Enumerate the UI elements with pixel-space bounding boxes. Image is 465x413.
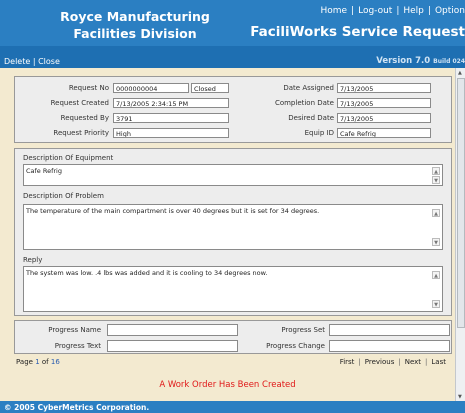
progress-name-label: Progress Name (48, 326, 101, 334)
scroll-up-icon[interactable]: ▲ (432, 209, 440, 217)
completion-date-label: Completion Date (274, 99, 334, 107)
copyright-text: © 2005 CyberMetrics Corporation. (4, 403, 150, 412)
nav-option-link[interactable]: Option (435, 6, 465, 16)
request-no-label: Request No (68, 84, 109, 92)
scroll-up-icon[interactable]: ▲ (458, 70, 462, 76)
reply-text: The system was low. .4 lbs was added and… (26, 269, 268, 277)
date-assigned-label: Date Assigned (283, 84, 334, 92)
record-actions: Delete | Close (4, 57, 60, 66)
page-word: Page (16, 358, 33, 366)
request-info-panel: Request No 0000000004 Closed Request Cre… (14, 76, 452, 143)
requested-by-label: Requested By (60, 114, 109, 122)
nav-separator: | (358, 358, 361, 366)
nav-separator: | (396, 6, 400, 16)
nav-help-link[interactable]: Help (403, 6, 424, 16)
close-link[interactable]: Close (38, 57, 60, 66)
version-label: Version 7.0 (376, 56, 431, 66)
progress-set-field[interactable] (329, 324, 450, 336)
descriptions-panel: Description Of Equipment Cafe Refrig ▲ ▼… (14, 148, 452, 316)
progress-set-label: Progress Set (281, 326, 325, 334)
progress-text-label: Progress Text (54, 342, 101, 350)
scroll-down-icon[interactable]: ▼ (458, 394, 462, 400)
scroll-down-icon[interactable]: ▼ (432, 300, 440, 308)
reply-label: Reply (23, 256, 43, 264)
company-name: Royce Manufacturing Facilities Division (60, 8, 210, 42)
scroll-up-icon[interactable]: ▲ (432, 167, 440, 175)
previous-page-link[interactable]: Previous (365, 358, 395, 366)
build-label: Build 024 (433, 58, 465, 65)
scroll-down-icon[interactable]: ▼ (432, 176, 440, 184)
request-created-label: Request Created (50, 99, 109, 107)
progress-change-field[interactable] (329, 340, 450, 352)
action-separator: | (32, 57, 36, 66)
problem-description-textarea[interactable]: The temperature of the main compartment … (23, 204, 443, 250)
request-no-field[interactable]: 0000000004 (113, 83, 189, 93)
requested-by-field[interactable]: 3791 (113, 113, 229, 123)
nav-home-link[interactable]: Home (320, 6, 347, 16)
pagination-nav: First | Previous | Next | Last (340, 358, 446, 366)
desired-date-label: Desired Date (288, 114, 334, 122)
status-message: A Work Order Has Been Created (159, 380, 296, 390)
equipment-description-label: Description Of Equipment (23, 154, 114, 162)
equip-id-label: Equip ID (304, 129, 334, 137)
nav-separator: | (351, 6, 355, 16)
scroll-up-icon[interactable]: ▲ (432, 271, 440, 279)
first-page-link[interactable]: First (340, 358, 355, 366)
status-field[interactable]: Closed (191, 83, 229, 93)
version-info: Version 7.0 Build 024 (376, 56, 465, 66)
scroll-down-icon[interactable]: ▼ (432, 238, 440, 246)
app-header: Royce Manufacturing Facilities Division … (0, 0, 465, 46)
progress-panel: Progress Name Progress Text Progress Set… (14, 320, 452, 354)
problem-description-label: Description Of Problem (23, 192, 104, 200)
last-page-link[interactable]: Last (431, 358, 446, 366)
problem-description-text: The temperature of the main compartment … (26, 207, 320, 215)
reply-textarea[interactable]: The system was low. .4 lbs was added and… (23, 266, 443, 312)
company-line-2: Facilities Division (73, 26, 197, 41)
progress-text-field[interactable] (107, 340, 238, 352)
company-line-1: Royce Manufacturing (60, 9, 210, 24)
request-priority-field[interactable]: High (113, 128, 229, 138)
top-nav: Home | Log-out | Help | Option (320, 6, 465, 16)
request-priority-label: Request Priority (53, 129, 109, 137)
progress-change-label: Progress Change (266, 342, 325, 350)
app-title: FaciliWorks Service Request (250, 24, 465, 40)
page-scrollbar[interactable]: ▲ ▼ (455, 68, 465, 401)
progress-name-field[interactable] (107, 324, 238, 336)
next-page-link[interactable]: Next (405, 358, 421, 366)
action-bar: Delete | Close Version 7.0 Build 024 (0, 46, 465, 68)
date-assigned-field[interactable]: 7/13/2005 (337, 83, 431, 93)
nav-separator: | (398, 358, 401, 366)
page-indicator: Page 1 of 16 (16, 358, 60, 366)
request-created-field[interactable]: 7/13/2005 2:34:15 PM (113, 98, 229, 108)
equipment-description-textarea[interactable]: Cafe Refrig ▲ ▼ (23, 164, 443, 186)
equip-id-field[interactable]: Cafe Refrig (337, 128, 431, 138)
nav-logout-link[interactable]: Log-out (358, 6, 392, 16)
equipment-description-text: Cafe Refrig (26, 167, 62, 175)
delete-link[interactable]: Delete (4, 57, 30, 66)
current-page: 1 (35, 358, 40, 366)
footer: © 2005 CyberMetrics Corporation. (0, 401, 465, 413)
completion-date-field[interactable]: 7/13/2005 (337, 98, 431, 108)
of-word: of (41, 358, 49, 366)
scrollbar-thumb[interactable] (457, 78, 465, 328)
total-pages: 16 (50, 358, 60, 366)
desired-date-field[interactable]: 7/13/2005 (337, 113, 431, 123)
nav-separator: | (427, 6, 431, 16)
nav-separator: | (425, 358, 428, 366)
